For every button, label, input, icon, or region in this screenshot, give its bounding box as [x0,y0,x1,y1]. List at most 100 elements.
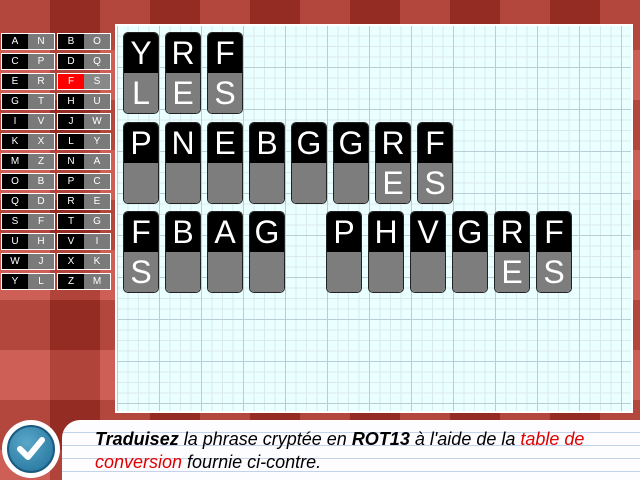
answer-slot[interactable]: E [166,73,200,113]
letter-tile[interactable]: FS [536,211,572,293]
validate-button[interactable] [2,420,60,478]
letter-tile[interactable]: H [368,211,404,293]
conversion-pair-v[interactable]: VI [57,233,111,250]
conversion-pair-d[interactable]: DQ [57,53,111,70]
cipher-letter: G [453,212,487,252]
plain-letter: G [84,214,110,229]
plain-letter: U [84,94,110,109]
conversion-pair-u[interactable]: UH [1,233,55,250]
letter-tile[interactable]: YL [123,32,159,114]
conversion-pair-n[interactable]: NA [57,153,111,170]
conversion-pair-h[interactable]: HU [57,93,111,110]
letter-tile[interactable]: E [207,122,243,204]
plain-letter: B [28,174,54,189]
letter-tile[interactable]: RE [494,211,530,293]
plain-letter: V [28,114,54,129]
conversion-pair-r[interactable]: RE [57,193,111,210]
conversion-pair-m[interactable]: MZ [1,153,55,170]
conversion-pair-t[interactable]: TG [57,213,111,230]
cipher-letter: Z [58,274,84,289]
cipher-letter: P [327,212,361,252]
plain-letter: M [84,274,110,289]
letter-tile[interactable]: RE [375,122,411,204]
answer-slot[interactable] [453,252,487,292]
letter-tile[interactable]: P [326,211,362,293]
answer-slot[interactable]: S [208,73,242,113]
cipher-letter: F [537,212,571,252]
answer-slot[interactable] [250,163,284,203]
letter-tile[interactable]: G [452,211,488,293]
cipher-name: ROT13 [351,429,410,449]
letter-tile[interactable]: RE [165,32,201,114]
answer-slot[interactable]: S [537,252,571,292]
answer-slot[interactable] [334,163,368,203]
conversion-pair-j[interactable]: JW [57,113,111,130]
conversion-row: KXLY [0,132,112,152]
conversion-pair-c[interactable]: CP [1,53,55,70]
letter-tile[interactable]: B [165,211,201,293]
cipher-letter: E [2,74,28,89]
conversion-pair-w[interactable]: WJ [1,253,55,270]
letter-tile[interactable]: V [410,211,446,293]
conversion-pair-l[interactable]: LY [57,133,111,150]
letter-tile[interactable]: A [207,211,243,293]
answer-slot[interactable]: S [418,163,452,203]
answer-slot[interactable] [411,252,445,292]
answer-slot[interactable] [292,163,326,203]
answer-slot[interactable]: S [124,252,158,292]
answer-slot[interactable] [250,252,284,292]
answer-slot[interactable] [369,252,403,292]
answer-slot[interactable]: E [376,163,410,203]
instruction-part3: fournie ci-contre. [182,452,322,472]
conversion-pair-z[interactable]: ZM [57,273,111,290]
cipher-letter: N [58,154,84,169]
conversion-pair-k[interactable]: KX [1,133,55,150]
cipher-letter: B [250,123,284,163]
conversion-row: SFTG [0,212,112,232]
answer-slot[interactable]: E [495,252,529,292]
answer-slot[interactable] [208,163,242,203]
plain-letter: K [84,254,110,269]
validate-button-circle[interactable] [7,425,55,473]
answer-slot[interactable] [208,252,242,292]
conversion-pair-o[interactable]: OB [1,173,55,190]
cipher-letter: K [2,134,28,149]
answer-slot[interactable]: L [124,73,158,113]
letter-tile[interactable]: FS [123,211,159,293]
conversion-row: YLZM [0,272,112,292]
cipher-word: PHVGREFS [326,211,578,293]
answer-slot[interactable] [124,163,158,203]
answer-slot[interactable] [166,252,200,292]
letter-tile[interactable]: N [165,122,201,204]
conversion-pair-q[interactable]: QD [1,193,55,210]
answer-slot[interactable] [327,252,361,292]
letter-tile[interactable]: B [249,122,285,204]
conversion-pair-e[interactable]: ER [1,73,55,90]
plain-letter: Q [84,54,110,69]
cipher-letter: G [292,123,326,163]
cipher-letter: S [2,214,28,229]
letter-tile[interactable]: FS [417,122,453,204]
conversion-pair-s[interactable]: SF [1,213,55,230]
letter-tile[interactable]: P [123,122,159,204]
letter-tile[interactable]: G [249,211,285,293]
conversion-pair-b[interactable]: BO [57,33,111,50]
plain-letter: O [84,34,110,49]
conversion-pair-x[interactable]: XK [57,253,111,270]
answer-slot[interactable] [166,163,200,203]
letter-tile[interactable]: FS [207,32,243,114]
conversion-pair-p[interactable]: PC [57,173,111,190]
conversion-pair-i[interactable]: IV [1,113,55,130]
cipher-letter: I [2,114,28,129]
letter-tile[interactable]: G [291,122,327,204]
cipher-letter: U [2,234,28,249]
conversion-pair-f[interactable]: FS [57,73,111,90]
plain-letter: F [28,214,54,229]
instruction-text: Traduisez la phrase cryptée en ROT13 à l… [95,428,625,474]
letter-tile[interactable]: G [333,122,369,204]
conversion-pair-y[interactable]: YL [1,273,55,290]
conversion-pair-g[interactable]: GT [1,93,55,110]
cipher-word: FSBAG [123,211,291,293]
plain-letter: I [84,234,110,249]
conversion-pair-a[interactable]: AN [1,33,55,50]
